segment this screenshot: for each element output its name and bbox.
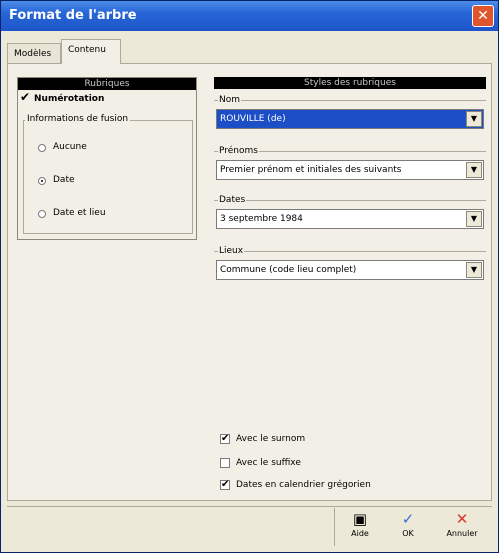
- cancel-button[interactable]: ✕ Annuler: [441, 506, 483, 548]
- lieux-value: Commune (code lieu complet): [220, 265, 357, 275]
- title-bar: Format de l'arbre ✕: [1, 1, 498, 31]
- surnom-label: Avec le surnom: [236, 434, 306, 444]
- dates-value: 3 septembre 1984: [220, 214, 303, 224]
- styles-header: Styles des rubriques: [214, 77, 486, 89]
- prenoms-select[interactable]: Premier prénom et initiales des suivants…: [216, 160, 484, 180]
- radio-date-lieu[interactable]: [38, 210, 46, 218]
- tab-modeles[interactable]: Modèles: [7, 43, 61, 63]
- radio-date[interactable]: [38, 177, 46, 185]
- prenoms-label: Prénoms: [218, 146, 259, 156]
- radio-aucune[interactable]: [38, 144, 46, 152]
- dates-select[interactable]: 3 septembre 1984 ▼: [216, 209, 484, 229]
- dates-label: Dates: [218, 195, 247, 205]
- radio-aucune-label: Aucune: [53, 142, 87, 152]
- fusion-group: [23, 120, 193, 234]
- window-title: Format de l'arbre: [9, 8, 137, 23]
- checkmark-icon: ✓: [401, 510, 415, 528]
- surnom-checkbox[interactable]: ✔: [220, 434, 230, 444]
- numerotation-checkbox[interactable]: ✔: [20, 91, 30, 103]
- nom-select[interactable]: ROUVILLE (de) ▼: [216, 109, 484, 129]
- lieux-label: Lieux: [218, 246, 245, 256]
- close-button[interactable]: ✕: [472, 5, 494, 27]
- help-button[interactable]: ▣ Aide: [339, 506, 381, 548]
- chevron-down-icon[interactable]: ▼: [466, 162, 482, 178]
- gregorien-label: Dates en calendrier grégorien: [236, 480, 371, 490]
- help-label: Aide: [351, 529, 369, 538]
- separator: [334, 508, 335, 546]
- help-icon: ▣: [352, 510, 368, 528]
- suffixe-checkbox[interactable]: [220, 458, 230, 468]
- close-icon: ✕: [477, 8, 489, 24]
- prenoms-value: Premier prénom et initiales des suivants: [220, 165, 402, 175]
- numerotation-label: Numérotation: [34, 94, 105, 104]
- nom-label: Nom: [218, 95, 242, 105]
- styles-box: Styles des rubriques Nom ROUVILLE (de) ▼…: [214, 77, 486, 323]
- tab-contenu[interactable]: Contenu: [61, 39, 121, 64]
- close-icon: ✕: [455, 510, 469, 528]
- chevron-down-icon[interactable]: ▼: [466, 262, 482, 278]
- ok-button[interactable]: ✓ OK: [387, 506, 429, 548]
- chevron-down-icon[interactable]: ▼: [466, 211, 482, 227]
- nom-value: ROUVILLE (de): [220, 114, 286, 124]
- suffixe-label: Avec le suffixe: [236, 458, 301, 468]
- radio-date-label: Date: [53, 175, 75, 185]
- ok-label: OK: [402, 529, 414, 538]
- lieux-select[interactable]: Commune (code lieu complet) ▼: [216, 260, 484, 280]
- gregorien-checkbox[interactable]: ✔: [220, 480, 230, 490]
- chevron-down-icon[interactable]: ▼: [466, 111, 482, 127]
- fusion-group-label: Informations de fusion: [25, 114, 131, 124]
- cancel-label: Annuler: [446, 529, 478, 538]
- radio-date-lieu-label: Date et lieu: [53, 208, 106, 218]
- dialog-window: Format de l'arbre ✕ Modèles Contenu Rubr…: [0, 0, 499, 553]
- rubriques-header: Rubriques: [18, 78, 196, 90]
